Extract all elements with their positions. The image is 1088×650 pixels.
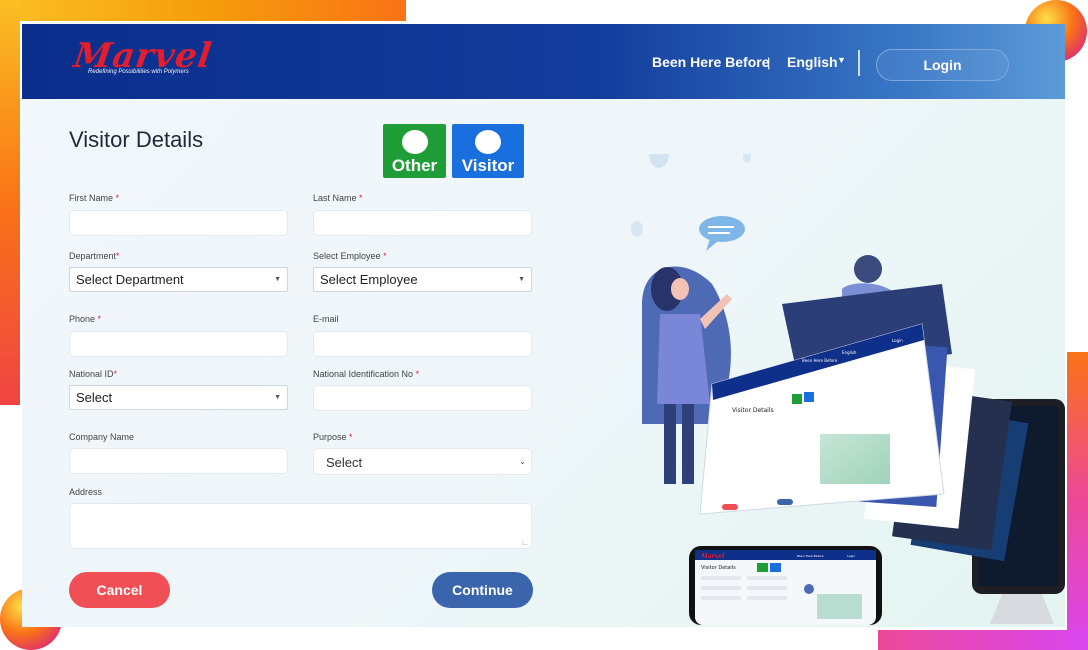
brand-logo[interactable]: Marvel Redefining Possibilities with Pol… (71, 36, 215, 81)
address-textarea[interactable]: ∟ (69, 503, 532, 549)
decor-bar-top (0, 0, 406, 21)
chevron-down-icon: ▼ (274, 394, 281, 401)
mockup-nav-text: Been Here Before (802, 358, 838, 363)
department-label: Department* (69, 251, 120, 261)
phone-nav-text: Been Here Before (797, 554, 824, 558)
cancel-button[interactable]: Cancel (69, 572, 170, 608)
national-id-no-label: National Identification No * (313, 369, 420, 379)
chevron-down-icon: ▼ (837, 55, 846, 65)
nav-separator: | (767, 55, 771, 70)
national-id-label: National ID* (69, 369, 118, 379)
chevron-down-icon: ▼ (274, 276, 281, 283)
purpose-label: Purpose * (313, 432, 353, 442)
login-button[interactable]: Login (876, 49, 1009, 81)
email-label: E-mail (313, 314, 339, 324)
language-dropdown[interactable]: English (787, 54, 838, 70)
national-id-select-value: Select (76, 390, 113, 405)
email-field[interactable] (313, 331, 532, 357)
phone-login-text: Login (847, 554, 855, 558)
last-name-field[interactable] (313, 210, 532, 236)
visitor-type-label: Other (391, 156, 438, 175)
phone-logo-text: Marvel (700, 553, 725, 560)
visitor-type-label: Visitor (461, 156, 515, 175)
national-id-no-field[interactable] (313, 385, 532, 411)
phone-field[interactable] (69, 331, 288, 357)
user-avatar-icon (402, 130, 428, 154)
first-name-label: First Name * (69, 193, 120, 203)
top-navbar: Marvel Redefining Possibilities with Pol… (22, 24, 1065, 99)
decor-bar-right (1067, 352, 1088, 650)
employee-select[interactable]: Select Employee ▼ (313, 267, 532, 292)
company-name-label: Company Name (69, 432, 135, 442)
visitor-type-other-button[interactable]: Other (383, 124, 446, 178)
been-here-before-link[interactable]: Been Here Before (652, 54, 770, 70)
purpose-select[interactable]: Select ⌄ (313, 448, 532, 475)
app-window: Marvel Redefining Possibilities with Pol… (22, 24, 1065, 627)
page-title: Visitor Details (69, 127, 204, 152)
resize-handle-icon[interactable]: ∟ (521, 538, 529, 547)
employee-select-value: Select Employee (320, 272, 418, 287)
mockup-title: Visitor Details (732, 407, 774, 414)
continue-button[interactable]: Continue (432, 572, 533, 608)
phone-label: Phone * (69, 314, 102, 324)
last-name-label: Last Name * (313, 193, 363, 203)
mockup-language-text: English (842, 350, 857, 355)
decor-bar-left (0, 0, 20, 405)
company-name-field[interactable] (69, 448, 288, 474)
chevron-down-icon: ⌄ (519, 457, 526, 466)
phone-mockup: Marvel Been Here Before Login Visitor De… (689, 546, 882, 625)
employee-label: Select Employee * (313, 251, 387, 261)
department-select[interactable]: Select Department ▼ (69, 267, 288, 292)
address-label: Address (69, 487, 103, 497)
purpose-select-value: Select (326, 455, 363, 470)
national-id-select[interactable]: Select ▼ (69, 385, 288, 410)
mockup-login-text: Login (892, 338, 903, 343)
department-select-value: Select Department (76, 272, 184, 287)
logo-tagline: Redefining Possibilities with Polymers (88, 69, 189, 75)
user-avatar-icon (475, 130, 501, 154)
decor-bar-bottom (878, 630, 1088, 650)
chevron-down-icon: ▼ (518, 276, 525, 283)
first-name-field[interactable] (69, 210, 288, 236)
phone-title: Visitor Details (701, 565, 736, 571)
nav-divider (858, 50, 860, 76)
visitor-type-visitor-button[interactable]: Visitor (452, 124, 524, 178)
